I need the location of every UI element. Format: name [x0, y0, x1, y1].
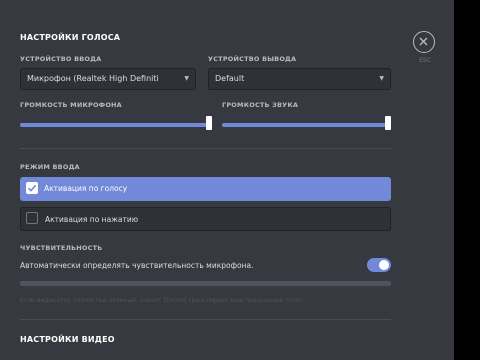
output-volume-slider-handle[interactable]: [385, 116, 391, 130]
input-mode-label: РЕЖИМ ВВОДА: [20, 163, 80, 171]
video-settings-title: НАСТРОЙКИ ВИДЕО: [20, 335, 115, 344]
settings-panel: НАСТРОЙКИ ГОЛОСА УСТРОЙСТВО ВВОДА УСТРОЙ…: [0, 0, 454, 360]
output-volume-label: ГРОМКОСТЬ ЗВУКА: [222, 101, 299, 109]
auto-sensitivity-toggle[interactable]: [367, 258, 391, 272]
auto-sensitivity-text: Автоматически определять чувствительност…: [20, 261, 254, 270]
check-icon: [27, 184, 37, 192]
voice-settings-title: НАСТРОЙКИ ГОЛОСА: [20, 33, 121, 42]
input-mode-voice-activity[interactable]: Активация по голосу: [20, 177, 391, 201]
output-volume-slider-track[interactable]: [222, 123, 388, 127]
input-volume-slider-track[interactable]: [20, 123, 209, 127]
toggle-knob: [379, 260, 389, 270]
chevron-down-icon: ▼: [184, 75, 189, 82]
divider: [20, 319, 391, 320]
sensitivity-hint: Если индикатор полностью зеленый, значит…: [20, 297, 305, 304]
output-device-select[interactable]: Default ▼: [208, 68, 391, 90]
checkbox-unchecked[interactable]: [26, 212, 38, 224]
divider: [20, 148, 391, 149]
sensitivity-label: ЧУВСТВИТЕЛЬНОСТЬ: [20, 244, 103, 252]
sensitivity-meter: [20, 281, 391, 286]
checkbox-checked[interactable]: [26, 182, 38, 194]
input-mode-option-label: Активация по голосу: [44, 184, 128, 193]
chevron-down-icon: ▼: [379, 75, 384, 82]
close-button[interactable]: ESC: [413, 31, 437, 64]
input-device-value: Микрофон (Realtek High Definiti: [27, 74, 159, 83]
input-volume-label: ГРОМКОСТЬ МИКРОФОНА: [20, 101, 122, 109]
input-volume-slider-handle[interactable]: [206, 116, 212, 130]
output-device-value: Default: [215, 74, 245, 83]
input-device-select[interactable]: Микрофон (Realtek High Definiti ▼: [20, 68, 196, 90]
input-mode-option-label: Активация по нажатию: [45, 215, 139, 224]
input-device-label: УСТРОЙСТВО ВВОДА: [20, 55, 102, 63]
close-icon[interactable]: [413, 31, 435, 53]
input-mode-push-to-talk[interactable]: Активация по нажатию: [20, 207, 391, 231]
esc-label: ESC: [419, 57, 431, 64]
output-device-label: УСТРОЙСТВО ВЫВОДА: [208, 55, 297, 63]
